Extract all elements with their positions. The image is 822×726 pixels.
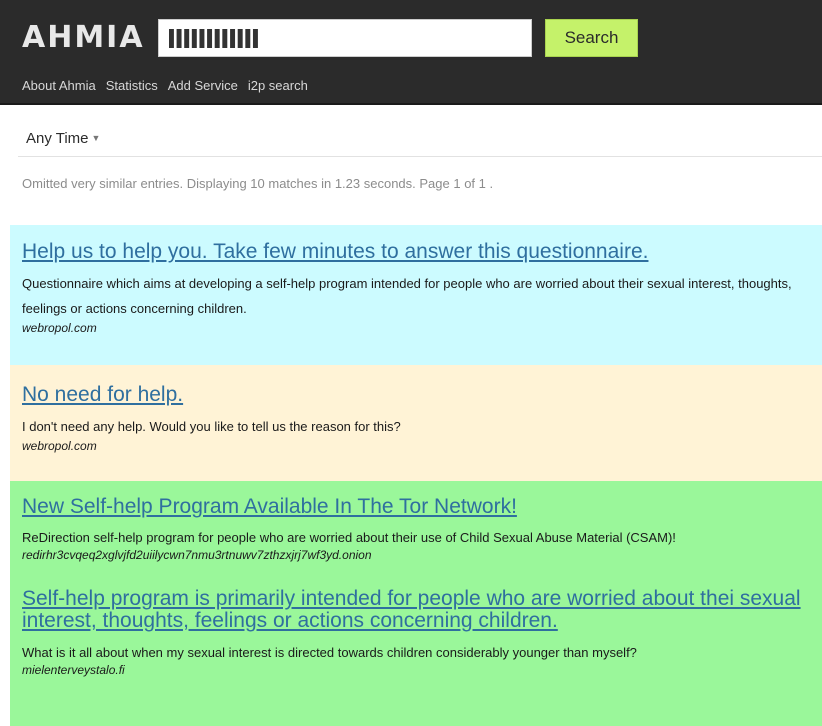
header-nav: About Ahmia Statistics Add Service i2p s… <box>22 78 308 93</box>
result-title-link[interactable]: Self-help program is primarily intended … <box>22 588 822 632</box>
result-site: webropol.com <box>22 321 97 336</box>
filter-divider <box>18 156 822 157</box>
results-summary: Omitted very similar entries. Displaying… <box>22 176 494 191</box>
result-description: ReDirection self-help program for people… <box>22 530 676 546</box>
header-divider <box>0 103 822 105</box>
caret-down-icon: ▼ <box>91 133 101 143</box>
result-item: Self-help program is primarily intended … <box>22 588 822 677</box>
result-title-link[interactable]: No need for help. <box>22 383 822 406</box>
nav-i2p-search[interactable]: i2p search <box>248 78 308 93</box>
result-item: New Self-help Program Available In The T… <box>22 495 822 563</box>
result-item: Help us to help you. Take few minutes to… <box>10 225 822 365</box>
time-filter-label: Any Time <box>26 130 89 147</box>
result-description: What is it all about when my sexual inte… <box>22 645 637 661</box>
search-button[interactable]: Search <box>545 19 638 57</box>
ahmia-logo[interactable]: AHMIA <box>22 20 145 55</box>
time-filter-dropdown[interactable]: Any Time ▼ <box>26 130 100 147</box>
nav-about-ahmia[interactable]: About Ahmia <box>22 78 96 93</box>
nav-add-service[interactable]: Add Service <box>168 78 238 93</box>
result-site: webropol.com <box>22 439 97 454</box>
top-header: AHMIA Search About Ahmia Statistics Add … <box>0 0 822 104</box>
nav-statistics[interactable]: Statistics <box>106 78 158 93</box>
result-site: redirhr3cvqeq2xglvjfd2uiilycwn7nmu3rtnuw… <box>22 548 372 563</box>
result-site: mielenterveystalo.fi <box>22 663 125 678</box>
result-description: Questionnaire which aims at developing a… <box>22 276 792 317</box>
result-description: I don't need any help. Would you like to… <box>22 419 401 435</box>
result-title-link[interactable]: New Self-help Program Available In The T… <box>22 495 822 518</box>
result-title-link[interactable]: Help us to help you. Take few minutes to… <box>22 240 822 263</box>
result-group: New Self-help Program Available In The T… <box>10 481 822 726</box>
result-item: No need for help. I don't need any help.… <box>10 365 822 481</box>
search-input[interactable] <box>158 19 532 57</box>
